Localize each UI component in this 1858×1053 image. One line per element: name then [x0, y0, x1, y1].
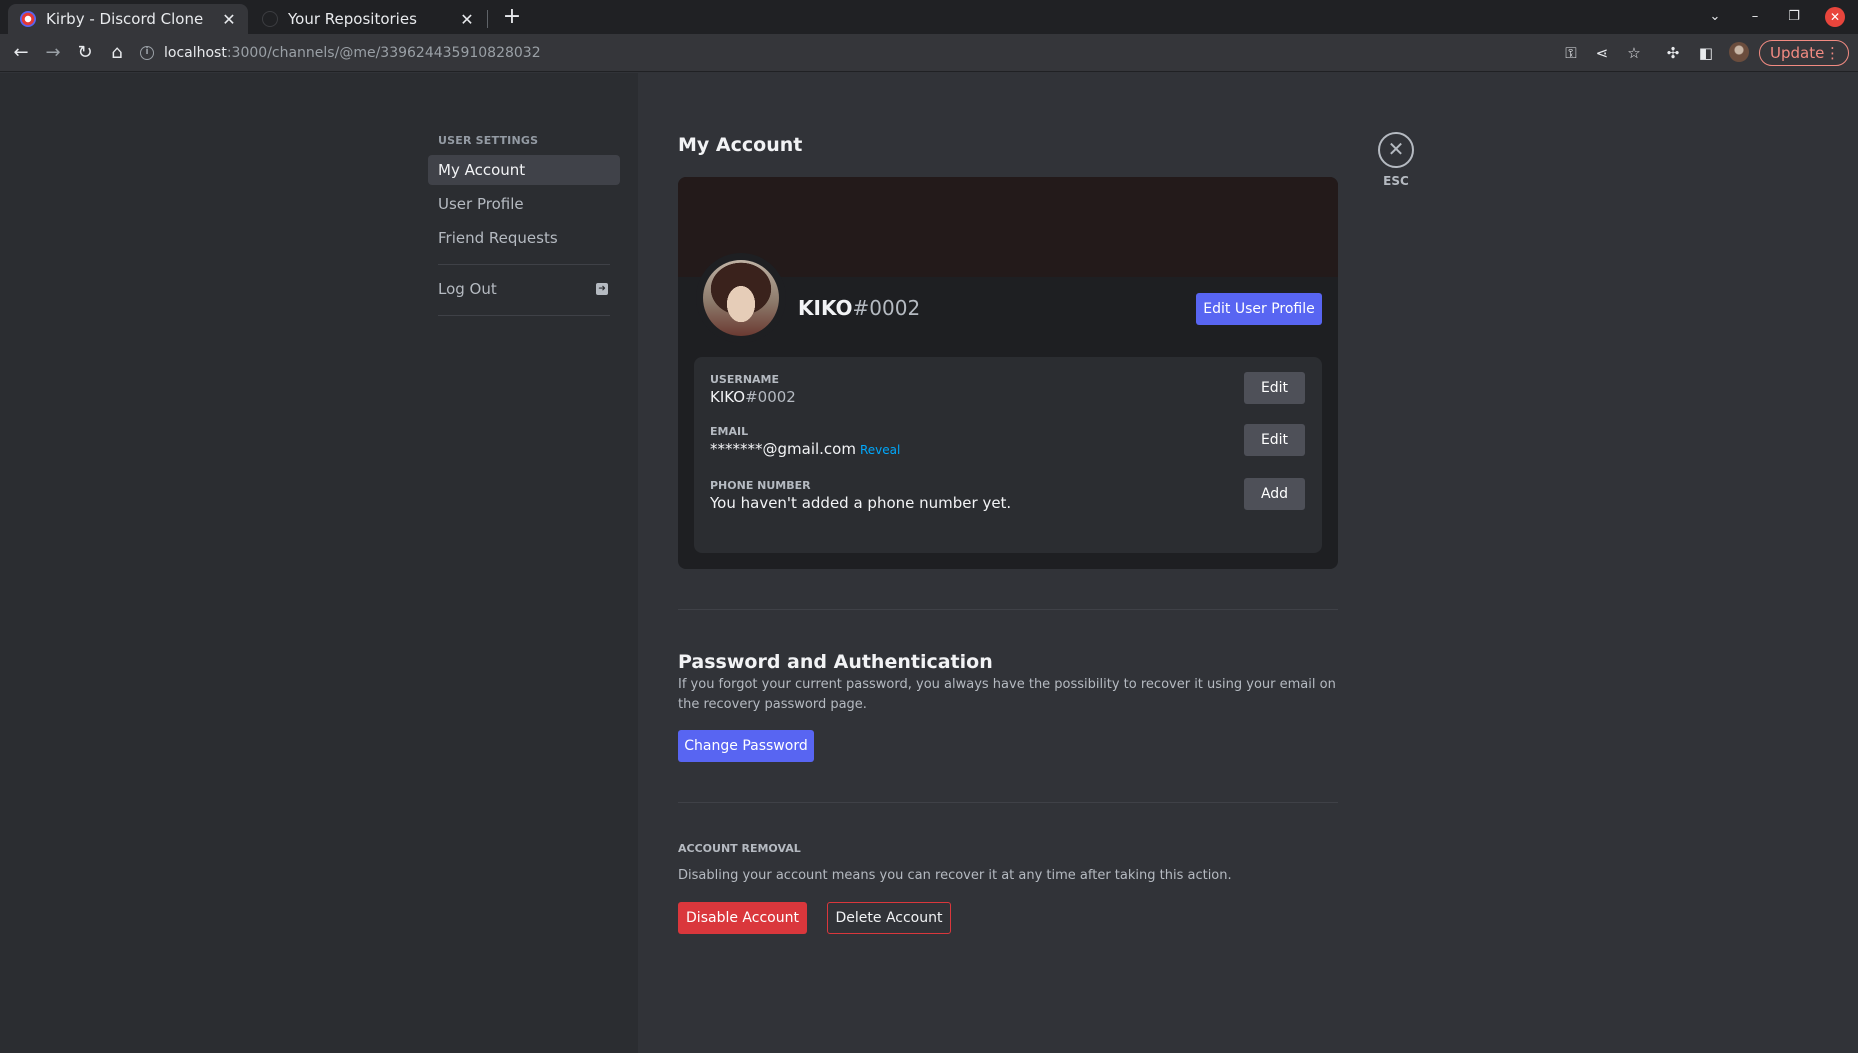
disable-account-button[interactable]: Disable Account: [678, 902, 807, 934]
extensions-puzzle-icon[interactable]: ✣: [1663, 43, 1683, 63]
side-panel-icon[interactable]: ◧: [1696, 43, 1716, 63]
reload-icon[interactable]: ↻: [74, 42, 96, 64]
section-divider: [678, 609, 1338, 610]
password-section-title: Password and Authentication: [678, 651, 993, 673]
username-label: USERNAME: [710, 373, 780, 386]
tab-close-icon[interactable]: ✕: [220, 10, 238, 29]
restore-icon[interactable]: ❐: [1779, 4, 1809, 30]
url-path: :3000/channels/@me/339624435910828032: [226, 45, 541, 61]
browser-update-button[interactable]: Update ⋮: [1759, 40, 1849, 66]
edit-username-button[interactable]: Edit: [1244, 372, 1305, 404]
home-icon[interactable]: ⌂: [106, 42, 128, 64]
phone-label: PHONE NUMBER: [710, 479, 811, 492]
email-text: *******@gmail.com: [710, 440, 856, 458]
new-tab-icon[interactable]: +: [498, 4, 526, 30]
update-label: Update: [1770, 44, 1825, 62]
minimize-icon[interactable]: –: [1740, 4, 1770, 30]
profile-banner: [678, 177, 1338, 277]
url-host: localhost: [164, 45, 227, 61]
kirby-favicon-icon: [20, 11, 36, 27]
email-value: *******@gmail.com Reveal: [710, 440, 900, 458]
avatar: [696, 253, 786, 343]
profile-tag: #0002: [852, 296, 921, 320]
reveal-email-link[interactable]: Reveal: [860, 443, 900, 457]
email-label: EMAIL: [710, 425, 749, 438]
user-settings-page: USER SETTINGS My Account User Profile Fr…: [0, 73, 1858, 1053]
settings-sidebar: USER SETTINGS My Account User Profile Fr…: [0, 73, 638, 1053]
profile-username: KIKO: [798, 296, 853, 320]
settings-content: My Account KIKO#0002 Edit User Profile U…: [638, 73, 1858, 1053]
address-bar[interactable]: i localhost:3000/channels/@me/3396244359…: [140, 34, 1500, 72]
key-icon[interactable]: ⚿: [1561, 43, 1581, 63]
tab-kirby-discord-clone[interactable]: Kirby - Discord Clone ✕: [8, 4, 248, 34]
phone-value: You haven't added a phone number yet.: [710, 494, 1012, 512]
sidebar-item-my-account[interactable]: My Account: [428, 155, 620, 185]
tab-close-icon[interactable]: ✕: [458, 10, 476, 29]
sidebar-divider: [438, 315, 610, 316]
profile-display-name: KIKO#0002: [798, 296, 920, 320]
account-removal-description: Disabling your account means you can rec…: [678, 868, 1232, 883]
close-icon[interactable]: ✕: [1378, 132, 1414, 168]
tab-title: Kirby - Discord Clone: [46, 10, 204, 28]
sidebar-heading: USER SETTINGS: [438, 134, 539, 147]
share-icon[interactable]: ⋖: [1592, 43, 1612, 63]
sidebar-item-log-out[interactable]: Log Out ➜: [428, 274, 620, 304]
tab-separator: [487, 10, 488, 28]
username-text: KIKO: [710, 388, 746, 406]
tab-your-repositories[interactable]: Your Repositories ✕: [250, 4, 486, 34]
change-password-button[interactable]: Change Password: [678, 730, 814, 762]
avatar-image: [703, 260, 779, 336]
account-card: KIKO#0002 Edit User Profile USERNAME KIK…: [678, 177, 1338, 569]
page-title: My Account: [678, 134, 803, 156]
tab-title: Your Repositories: [288, 10, 417, 28]
edit-email-button[interactable]: Edit: [1244, 424, 1305, 456]
account-removal-heading: ACCOUNT REMOVAL: [678, 842, 801, 855]
tab-search-icon[interactable]: ⌄: [1700, 4, 1730, 30]
site-info-icon[interactable]: i: [140, 46, 154, 60]
browser-profile-avatar[interactable]: [1729, 42, 1749, 62]
sidebar-divider: [438, 264, 610, 265]
github-favicon-icon: [262, 11, 278, 27]
section-divider: [678, 802, 1338, 803]
username-value: KIKO#0002: [710, 388, 796, 406]
bookmark-star-icon[interactable]: ☆: [1624, 43, 1644, 63]
browser-toolbar: ← → ↻ ⌂ i localhost:3000/channels/@me/33…: [0, 34, 1858, 72]
delete-account-button[interactable]: Delete Account: [827, 902, 951, 934]
more-menu-icon: ⋮: [1825, 44, 1840, 62]
username-tag: #0002: [745, 388, 796, 406]
close-settings[interactable]: ✕ ESC: [1376, 132, 1416, 188]
log-out-label: Log Out: [438, 280, 497, 298]
account-fields: USERNAME KIKO#0002 Edit EMAIL *******@gm…: [694, 357, 1322, 553]
add-phone-button[interactable]: Add: [1244, 478, 1305, 510]
sidebar-item-user-profile[interactable]: User Profile: [428, 189, 620, 219]
forward-arrow-icon[interactable]: →: [42, 42, 64, 64]
back-arrow-icon[interactable]: ←: [10, 42, 32, 64]
esc-label: ESC: [1383, 174, 1409, 188]
window-close-icon[interactable]: ✕: [1825, 7, 1845, 27]
sidebar-item-friend-requests[interactable]: Friend Requests: [428, 223, 620, 253]
browser-tab-bar: Kirby - Discord Clone ✕ Your Repositorie…: [0, 0, 1858, 34]
password-section-description: If you forgot your current password, you…: [678, 677, 1336, 712]
log-out-icon: ➜: [596, 283, 608, 295]
edit-user-profile-button[interactable]: Edit User Profile: [1196, 293, 1322, 325]
